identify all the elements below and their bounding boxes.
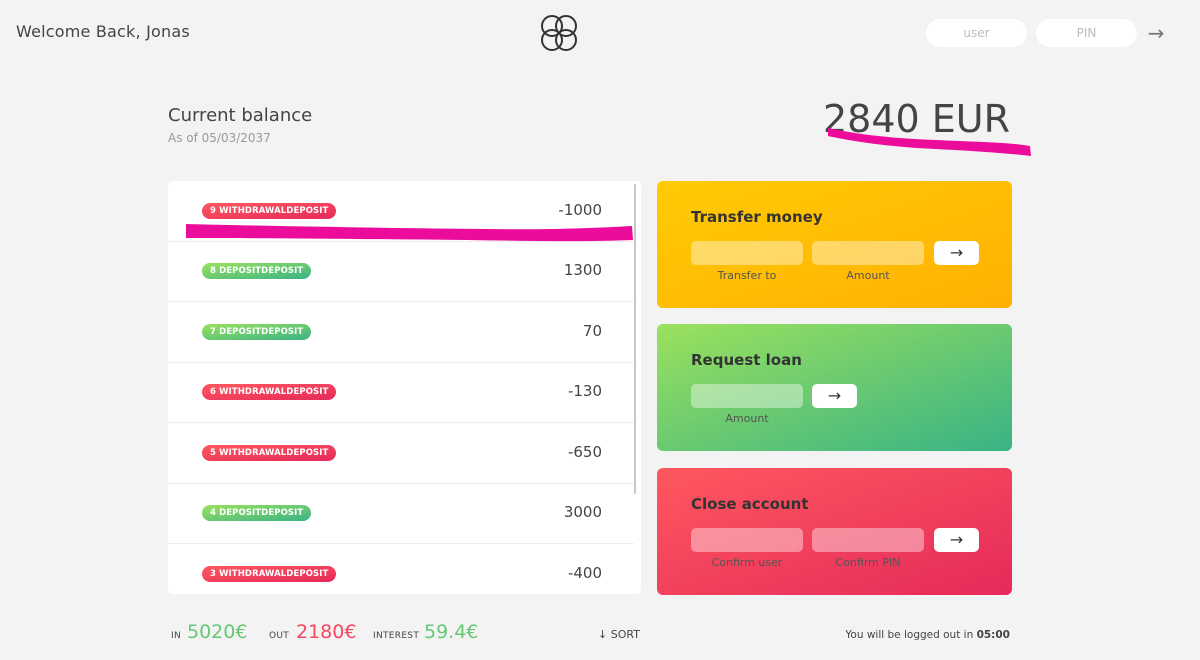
logout-timer-text: You will be logged out in 05:00: [845, 629, 1010, 641]
close-account-title: Close account: [691, 495, 809, 513]
logout-timer: 05:00: [976, 629, 1010, 641]
loan-amount-input[interactable]: [691, 384, 803, 408]
movement-value: -650: [567, 443, 602, 461]
movements-scrollbar[interactable]: [634, 184, 636, 494]
logout-message: You will be logged out in: [845, 629, 977, 641]
transfer-amount-input[interactable]: [812, 241, 924, 265]
transfer-to-label: Transfer to: [717, 269, 777, 282]
close-account-panel: Close account → Confirm user Confirm PIN: [657, 468, 1012, 595]
summary-out-value: 2180€: [296, 621, 357, 643]
movement-type-badge: 3 withdrawaldeposit: [202, 566, 337, 582]
summary-out-label: Out: [269, 631, 290, 641]
sort-button[interactable]: ↓ SORT: [598, 628, 640, 641]
movement-row: 3 withdrawaldeposit -400: [168, 544, 634, 594]
summary-in-label: In: [171, 631, 181, 641]
movement-row: 5 withdrawaldeposit -650: [168, 423, 634, 484]
transfer-submit-button[interactable]: →: [934, 241, 979, 265]
transfer-panel: Transfer money → Transfer to Amount: [657, 181, 1012, 308]
movement-row: 6 withdrawaldeposit -130: [168, 362, 634, 423]
top-nav: Welcome Back, Jonas →: [0, 0, 1200, 66]
movement-row: 4 depositdeposit 3000: [168, 483, 634, 544]
movement-type-badge: 6 withdrawaldeposit: [202, 384, 337, 400]
close-user-input[interactable]: [691, 528, 803, 552]
movement-type-badge: 7 depositdeposit: [202, 324, 312, 340]
movement-value: 3000: [563, 503, 602, 521]
close-user-label: Confirm user: [711, 556, 783, 569]
movement-value: -400: [567, 564, 602, 582]
movement-value: -130: [567, 382, 602, 400]
loan-submit-button[interactable]: →: [812, 384, 857, 408]
loan-amount-label: Amount: [725, 412, 769, 425]
close-pin-input[interactable]: [812, 528, 924, 552]
movement-value: 70: [582, 322, 602, 340]
movement-value: -1000: [558, 201, 602, 219]
loan-panel: Request loan → Amount: [657, 324, 1012, 451]
close-submit-button[interactable]: →: [934, 528, 979, 552]
login-pin-input[interactable]: [1036, 19, 1137, 47]
movement-type-badge: 5 withdrawaldeposit: [202, 445, 337, 461]
balance-date: As of 05/03/2037: [168, 131, 271, 145]
login-user-input[interactable]: [926, 19, 1027, 47]
movement-row: 7 depositdeposit 70: [168, 302, 634, 363]
transfer-to-input[interactable]: [691, 241, 803, 265]
welcome-message: Welcome Back, Jonas: [16, 22, 190, 41]
balance-highlight-stroke: [828, 128, 1031, 156]
movement-type-badge: 9 withdrawaldeposit: [202, 203, 337, 219]
loan-title: Request loan: [691, 351, 802, 369]
movement-highlight-stroke: [186, 224, 633, 242]
logo-icon: [541, 15, 577, 51]
movement-type-badge: 8 depositdeposit: [202, 263, 312, 279]
movement-value: 1300: [563, 261, 602, 279]
summary-interest-label: Interest: [373, 631, 420, 641]
login-arrow-button[interactable]: →: [1143, 20, 1169, 46]
movement-type-badge: 4 depositdeposit: [202, 505, 312, 521]
transfer-amount-label: Amount: [846, 269, 890, 282]
balance-label: Current balance: [168, 105, 313, 126]
summary-in-value: 5020€: [187, 621, 248, 643]
transfer-title: Transfer money: [691, 208, 823, 226]
close-pin-label: Confirm PIN: [835, 556, 901, 569]
summary-interest-value: 59.4€: [424, 621, 479, 643]
movement-row: 8 depositdeposit 1300: [168, 241, 634, 302]
